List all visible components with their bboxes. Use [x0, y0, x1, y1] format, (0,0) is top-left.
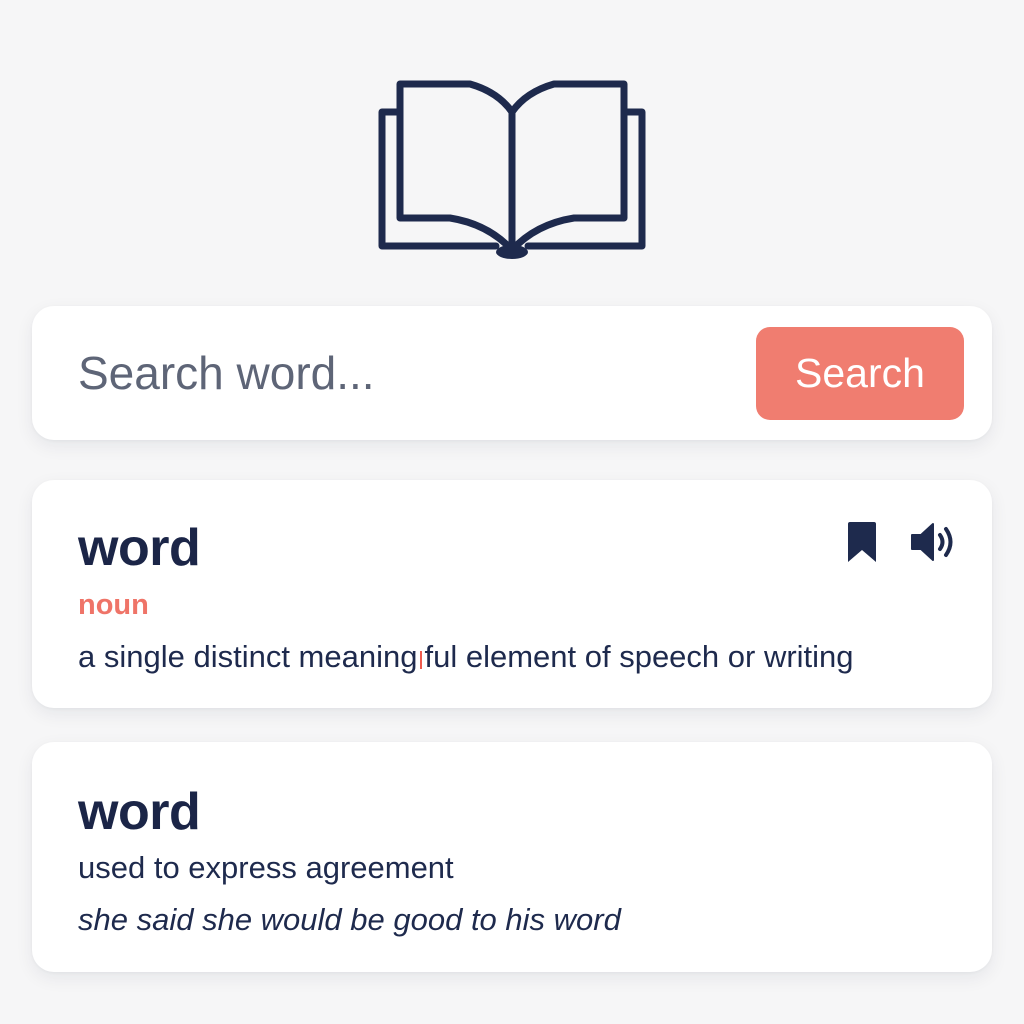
bookmark-button[interactable] [838, 520, 886, 568]
app-logo [370, 70, 654, 266]
part-of-speech: noun [78, 589, 149, 621]
definition-text-end: ful element of speech or writing [424, 639, 854, 674]
text-cursor [420, 651, 423, 669]
definition-text-start: a single distinct meaning [78, 639, 418, 674]
definition-text: used to express agreement [78, 850, 454, 885]
entry-word: word [78, 783, 201, 841]
definition-card: word used to express agreement she said … [32, 742, 992, 972]
entry-word: word [78, 519, 201, 577]
pronunciation-button[interactable] [906, 520, 962, 568]
search-input[interactable] [78, 336, 738, 410]
open-book-icon [370, 70, 654, 266]
bookmark-icon [845, 520, 879, 569]
definition-text: a single distinct meaning ful element of … [78, 641, 854, 672]
search-bar: Search [32, 306, 992, 440]
definition-card: word noun a single distinct meaning ful e… [32, 480, 992, 708]
speaker-icon [909, 520, 959, 569]
search-button[interactable]: Search [756, 327, 964, 420]
example-sentence: she said she would be good to his word [78, 902, 621, 937]
